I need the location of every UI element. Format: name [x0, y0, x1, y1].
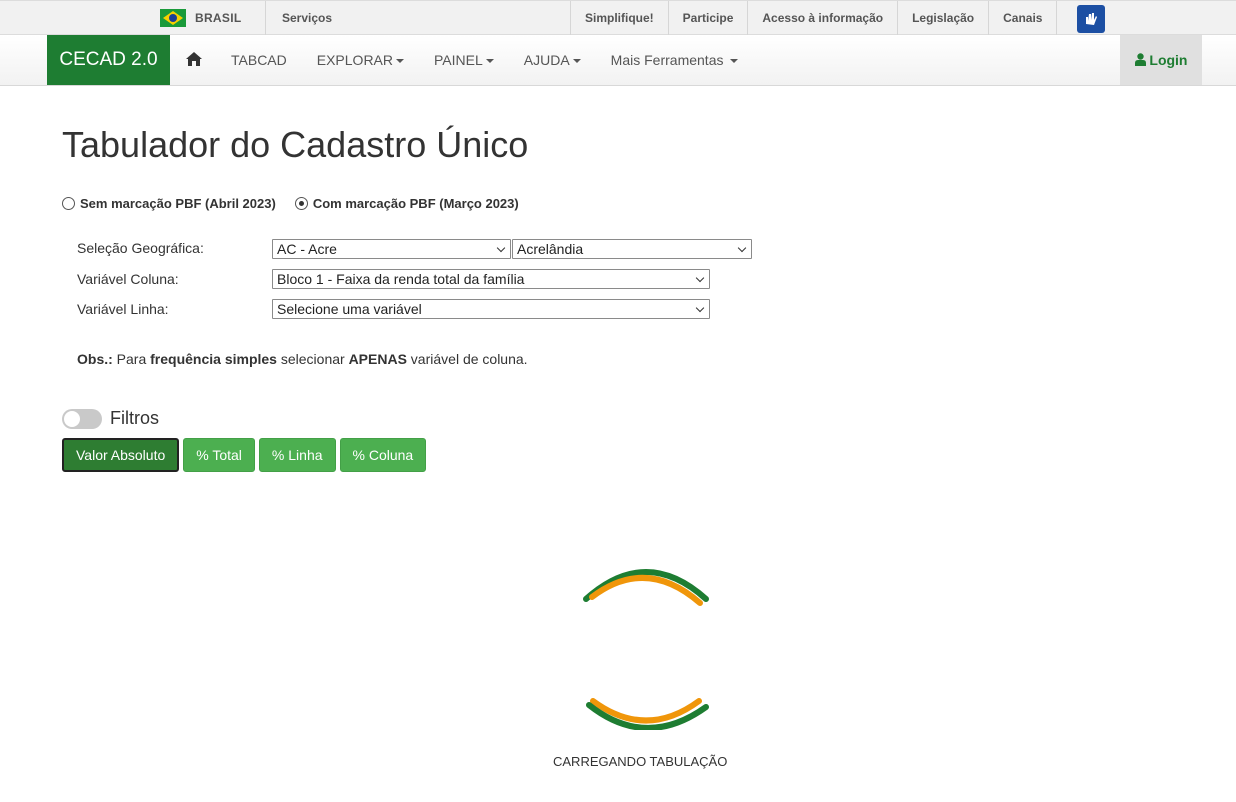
nav-item-tabcad[interactable]: TABCAD [216, 35, 302, 85]
chevron-down-icon [695, 303, 705, 313]
pbf-radio-group: Sem marcação PBF (Abril 2023) Com marcaç… [62, 196, 538, 211]
obs-text-1: Para [112, 351, 151, 367]
login-label: Login [1149, 52, 1188, 68]
geo-selection-label: Seleção Geográfica: [77, 240, 204, 256]
percent-total-button[interactable]: % Total [183, 438, 255, 472]
row-variable-value: Selecione uma variável [277, 301, 422, 317]
nav-item-ajuda[interactable]: AJUDA [509, 35, 596, 85]
radio-sem-marcacao-label[interactable]: Sem marcação PBF (Abril 2023) [80, 196, 276, 211]
obs-prefix: Obs.: [77, 351, 113, 367]
percent-coluna-button[interactable]: % Coluna [339, 438, 427, 472]
obs-bold-2: APENAS [348, 351, 407, 367]
nav-item-mais-ferramentas[interactable]: Mais Ferramentas [596, 35, 754, 85]
radio-com-marcacao[interactable] [294, 197, 308, 210]
obs-text-2: selecionar [276, 351, 349, 367]
nav-menu: TABCAD EXPLORAR PAINEL AJUDA Mais Ferram… [216, 35, 753, 85]
caret-down-icon [572, 59, 581, 64]
radio-sem-marcacao[interactable] [62, 197, 75, 210]
column-variable-select[interactable]: Bloco 1 - Faixa da renda total da famíli… [272, 269, 710, 289]
nav-item-label: EXPLORAR [316, 52, 393, 68]
loading-text: CARREGANDO TABULAÇÃO [553, 754, 728, 769]
chevron-down-icon [496, 243, 506, 253]
nav-item-label: PAINEL [434, 52, 483, 68]
nav-item-label: TABCAD [231, 52, 287, 68]
vlibras-accessibility-icon[interactable] [1077, 5, 1105, 33]
nav-item-label: AJUDA [523, 52, 570, 68]
gov-link-acesso-informacao[interactable]: Acesso à informação [747, 1, 897, 35]
gov-links: Simplifique! Participe Acesso à informaç… [570, 1, 1058, 35]
radio-com-marcacao-label[interactable]: Com marcação PBF (Março 2023) [313, 196, 519, 211]
obs-bold-1: frequência simples [150, 351, 277, 367]
gov-brasil-label: BRASIL [195, 11, 242, 25]
brand-logo[interactable]: CECAD 2.0 [47, 35, 170, 85]
observation-note: Obs.: Para frequência simples selecionar… [77, 351, 528, 367]
row-variable-select[interactable]: Selecione uma variável [272, 299, 710, 319]
row-variable-label: Variável Linha: [77, 301, 169, 317]
valor-absoluto-button[interactable]: Valor Absoluto [62, 438, 180, 472]
nav-item-painel[interactable]: PAINEL [419, 35, 509, 85]
obs-text-3: variável de coluna. [406, 351, 528, 367]
filtros-label: Filtros [110, 408, 159, 428]
state-select-value: AC - Acre [277, 241, 337, 257]
column-variable-value: Bloco 1 - Faixa da renda total da famíli… [277, 271, 525, 287]
caret-down-icon [485, 59, 494, 64]
nav-item-explorar[interactable]: EXPLORAR [302, 35, 419, 85]
login-button[interactable]: Login [1120, 35, 1202, 85]
divider [265, 1, 266, 35]
gov-servicos-link[interactable]: Serviços [282, 1, 332, 35]
page-title: Tabulador do Cadastro Único [62, 124, 529, 165]
user-icon [1134, 53, 1146, 66]
main-navbar: CECAD 2.0 TABCAD EXPLORAR PAINEL AJUDA M… [0, 35, 1236, 86]
caret-down-icon [396, 59, 404, 64]
value-type-buttons: Valor Absoluto % Total % Linha % Coluna [62, 438, 430, 472]
gov-link-simplifique[interactable]: Simplifique! [570, 1, 668, 35]
gov-link-participe[interactable]: Participe [667, 1, 748, 35]
gov-brasil-link[interactable]: BRASIL [160, 1, 241, 35]
percent-linha-button[interactable]: % Linha [258, 438, 336, 472]
column-variable-label: Variável Coluna: [77, 271, 179, 287]
city-select[interactable]: Acrelândia [512, 239, 752, 259]
gov-link-legislacao[interactable]: Legislação [897, 1, 988, 35]
home-icon[interactable] [186, 52, 202, 66]
gov-link-canais[interactable]: Canais [988, 1, 1058, 35]
nav-item-label: Mais Ferramentas [610, 52, 724, 68]
caret-down-icon [730, 59, 739, 64]
brazil-flag-icon [160, 9, 186, 27]
loading-spinner-icon [583, 569, 709, 730]
chevron-down-icon [737, 243, 747, 253]
state-select[interactable]: AC - Acre [272, 239, 511, 259]
chevron-down-icon [695, 273, 705, 283]
gov-top-bar: BRASIL Serviços Simplifique! Participe A… [0, 0, 1236, 35]
filtros-toggle[interactable] [62, 409, 102, 429]
city-select-value: Acrelândia [517, 241, 584, 257]
